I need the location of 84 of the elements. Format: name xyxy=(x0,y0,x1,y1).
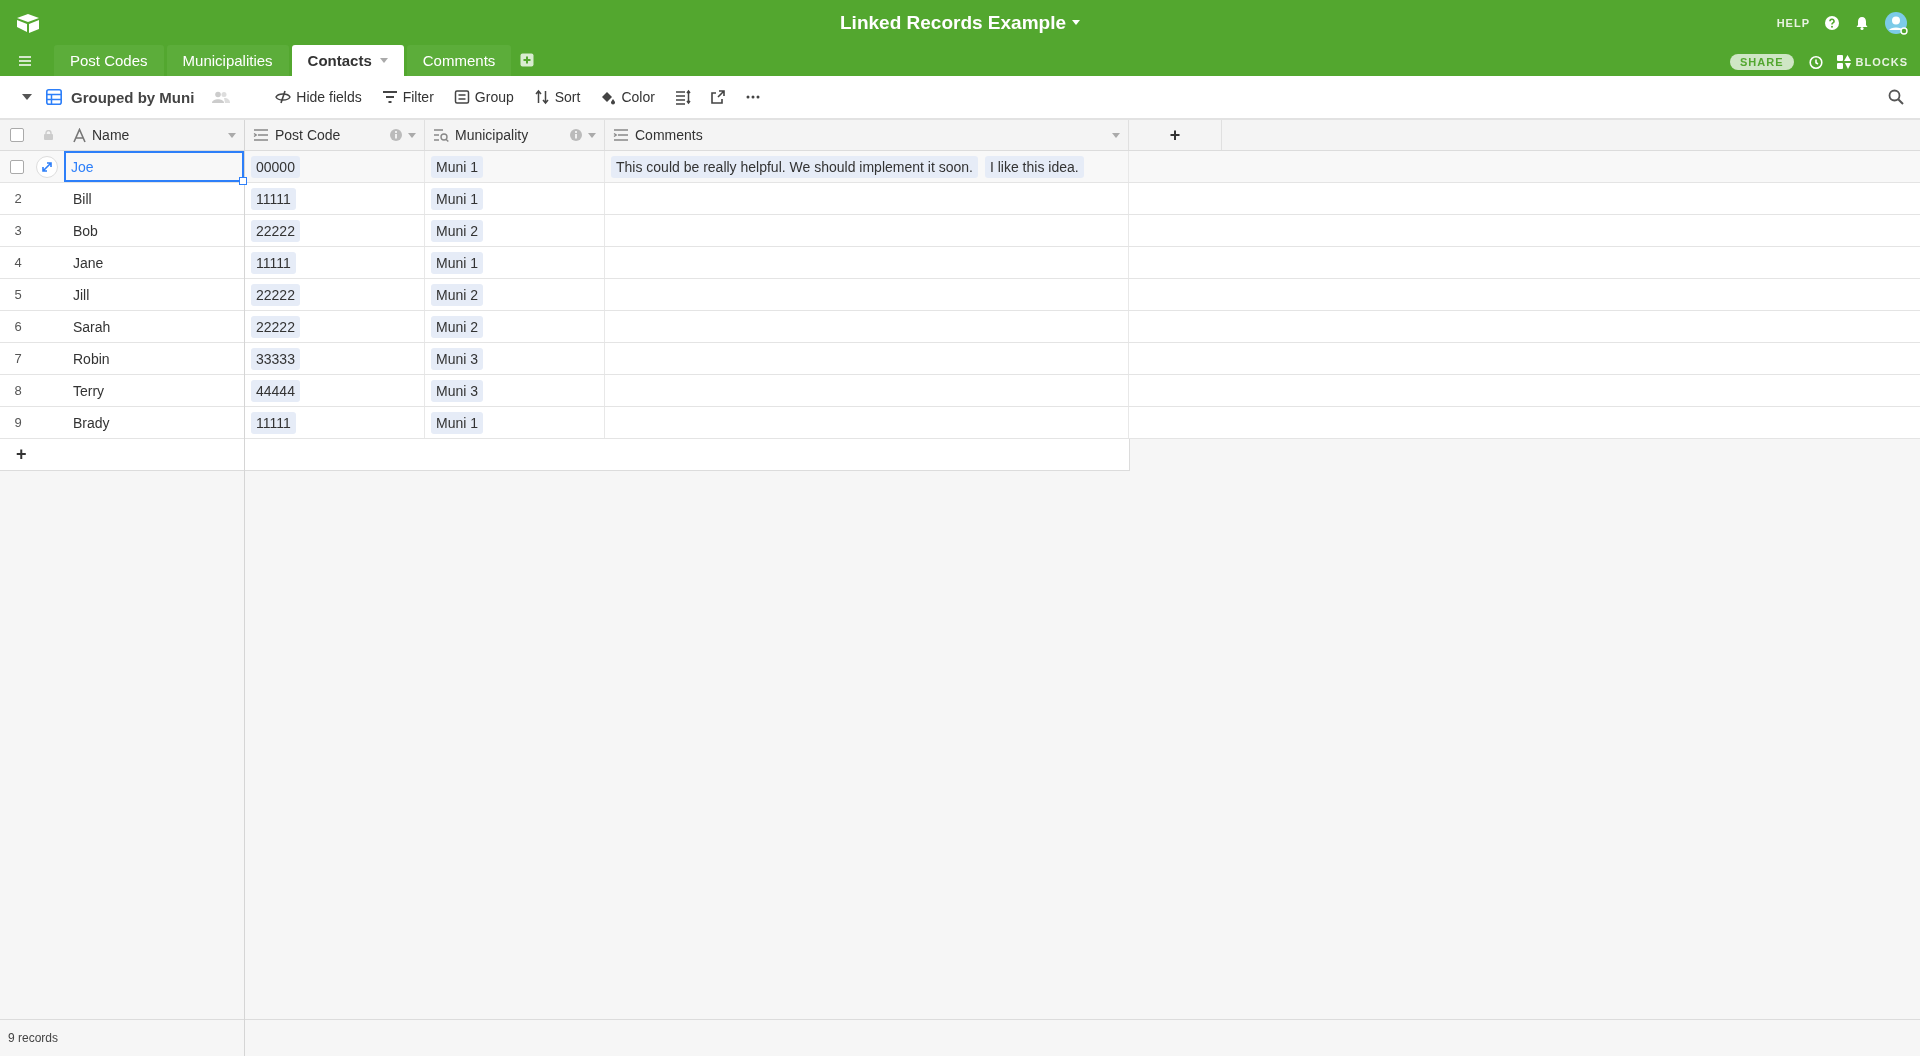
name-cell[interactable]: Joe xyxy=(64,151,244,182)
people-icon xyxy=(212,91,231,103)
search-icon[interactable] xyxy=(1888,89,1904,105)
linked-record-chip[interactable]: 11111 xyxy=(251,187,296,210)
name-cell[interactable]: Bob xyxy=(65,215,244,246)
column-title: Post Code xyxy=(275,127,342,143)
help-icon[interactable] xyxy=(1824,14,1840,31)
linked-record-chip[interactable]: This could be really helpful. We should implement it soon. xyxy=(611,155,978,178)
row-number: 5 xyxy=(13,287,23,302)
external-link-icon[interactable] xyxy=(709,89,726,105)
column-header[interactable]: Name xyxy=(65,120,244,150)
row-number: 7 xyxy=(13,351,23,366)
grid-view-icon[interactable] xyxy=(46,89,62,105)
linked-record-chip[interactable]: Muni 3 xyxy=(431,379,484,402)
row-number: 3 xyxy=(13,223,23,238)
linked-record-chip[interactable]: Muni 1 xyxy=(431,187,484,210)
text-field-icon xyxy=(73,127,86,143)
linked-record-chip[interactable]: 00000 xyxy=(251,155,300,178)
sort-icon xyxy=(533,89,550,105)
linked-field-icon xyxy=(613,127,629,143)
linked-record-chip[interactable]: 44444 xyxy=(251,379,300,402)
linked-record-chip[interactable]: 22222 xyxy=(251,283,300,306)
row-number: 2 xyxy=(13,191,23,206)
linked-record-chip[interactable]: 22222 xyxy=(251,315,300,338)
record-count: 9 records xyxy=(8,1031,59,1045)
linked-record-chip[interactable]: Muni 1 xyxy=(431,155,484,178)
linked-record-chip[interactable]: Muni 1 xyxy=(431,251,484,274)
linked-record-chip[interactable]: Muni 2 xyxy=(431,219,484,242)
linked-record-chip[interactable]: 33333 xyxy=(251,347,300,370)
expand-record-button[interactable] xyxy=(36,155,58,178)
name-cell[interactable]: Brady xyxy=(65,407,244,438)
view-name[interactable]: Grouped by Muni xyxy=(71,88,195,106)
name-cell[interactable]: Robin xyxy=(65,343,244,374)
name-cell[interactable]: Bill xyxy=(65,183,244,214)
add-record-button[interactable]: + xyxy=(12,444,31,465)
paint-bucket-icon xyxy=(600,89,617,105)
row-number: 9 xyxy=(13,415,23,430)
avatar-icon[interactable] xyxy=(1884,10,1908,35)
sort-button[interactable]: Sort xyxy=(526,85,588,109)
row-height-icon[interactable] xyxy=(674,89,691,105)
linked-field-icon xyxy=(253,127,269,143)
info-icon[interactable] xyxy=(390,129,402,141)
row-checkbox[interactable] xyxy=(10,159,24,174)
bell-icon[interactable] xyxy=(1854,14,1870,31)
name-cell[interactable]: Sarah xyxy=(65,311,244,342)
group-button[interactable]: Group xyxy=(446,85,521,109)
column-header[interactable]: Post Code xyxy=(245,120,425,150)
filter-icon xyxy=(381,89,398,105)
linked-record-chip[interactable]: Muni 1 xyxy=(431,411,484,434)
name-cell[interactable]: Jane xyxy=(65,247,244,278)
column-title: Municipality xyxy=(455,127,530,143)
column-title: Name xyxy=(92,127,131,143)
menu-icon[interactable] xyxy=(18,55,32,67)
blocks-icon[interactable] xyxy=(1836,55,1851,69)
logo-icon[interactable] xyxy=(16,12,40,33)
group-icon xyxy=(453,89,470,105)
add-field-button[interactable]: + xyxy=(1165,124,1185,146)
column-title: Comments xyxy=(635,127,704,143)
linked-record-chip[interactable]: 11111 xyxy=(251,251,296,274)
row-number: 4 xyxy=(13,255,23,270)
add-table-icon[interactable] xyxy=(520,53,535,67)
name-cell[interactable]: Jill xyxy=(65,279,244,310)
name-cell[interactable]: Terry xyxy=(65,375,244,406)
caret-icon[interactable] xyxy=(22,94,32,100)
color-button[interactable]: Color xyxy=(593,85,662,109)
linked-record-chip[interactable]: Muni 3 xyxy=(431,347,484,370)
history-icon[interactable] xyxy=(1807,54,1823,70)
filter-button[interactable]: Filter xyxy=(374,85,441,109)
hide-fields-button[interactable]: Hide fields xyxy=(268,85,369,109)
info-icon[interactable] xyxy=(570,129,582,141)
linked-record-chip[interactable]: Muni 2 xyxy=(431,283,484,306)
table-tab[interactable]: Contacts xyxy=(291,45,404,76)
row-number: 8 xyxy=(13,383,23,398)
hide-fields-icon xyxy=(275,89,292,105)
select-all-checkbox[interactable] xyxy=(10,128,24,142)
linked-record-chip[interactable]: Muni 2 xyxy=(431,315,484,338)
row-number: 6 xyxy=(13,319,23,334)
lock-icon xyxy=(44,130,53,140)
linked-record-chip[interactable]: 11111 xyxy=(251,411,296,434)
linked-record-chip[interactable]: 22222 xyxy=(251,219,300,242)
expand-arrows-icon xyxy=(42,161,52,172)
lookup-field-icon xyxy=(433,127,449,143)
column-header[interactable]: Municipality xyxy=(425,120,605,150)
linked-record-chip[interactable]: I like this idea. xyxy=(984,155,1084,178)
